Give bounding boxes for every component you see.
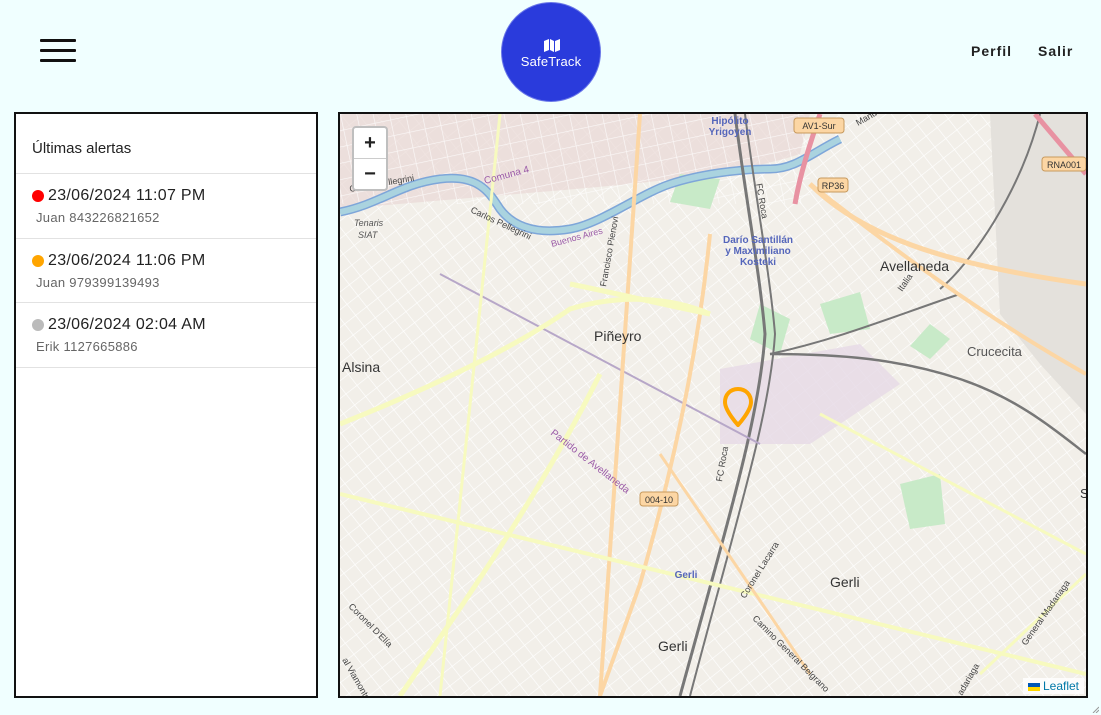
map-label: Piñeyro — [594, 328, 642, 344]
map-label: Yrigoyen — [709, 127, 752, 138]
map-label: Crucecita — [967, 344, 1023, 359]
zoom-in-button[interactable]: + — [354, 128, 386, 159]
map-label: Tenaris — [354, 218, 384, 228]
status-dot — [32, 255, 44, 267]
road-shield-label: 004-10 — [645, 495, 673, 505]
map-label: SIAT — [358, 230, 379, 240]
alert-detail: Juan 979399139493 — [36, 275, 160, 290]
menu-bar — [40, 49, 76, 52]
map-label: Alsina — [342, 359, 380, 375]
alert-detail: Erik 1127665886 — [36, 339, 138, 354]
map-label: y Maximiliano — [725, 246, 791, 257]
nav-profile-link[interactable]: Perfil — [971, 43, 1012, 59]
map-tiles[interactable]: Hipólito Yrigoyen AV1-Sur Manuel RP36 RN… — [340, 114, 1086, 696]
resize-grip-icon[interactable] — [1091, 705, 1099, 713]
map-attribution[interactable]: Leaflet — [1022, 678, 1084, 694]
alert-datetime: 23/06/2024 11:06 PM — [48, 252, 206, 269]
status-dot — [32, 190, 44, 202]
map-label: Gerli — [830, 574, 860, 590]
location-marker-icon[interactable] — [723, 387, 753, 427]
alert-item[interactable]: 23/06/2024 02:04 AM Erik 1127665886 — [16, 303, 316, 368]
road-shield-label: AV1-Sur — [802, 121, 835, 131]
road-shield-label: RP36 — [822, 181, 845, 191]
alert-item[interactable]: 23/06/2024 11:06 PM Juan 979399139493 — [16, 239, 316, 303]
folded-map-icon — [544, 39, 560, 52]
zoom-out-button[interactable]: − — [354, 159, 386, 189]
alert-datetime: 23/06/2024 02:04 AM — [48, 316, 206, 333]
attribution-text: Leaflet — [1042, 679, 1079, 693]
map-label: S — [1080, 486, 1086, 501]
nav-logout-link[interactable]: Salir — [1038, 43, 1073, 59]
status-dot — [32, 319, 44, 331]
menu-bar — [40, 59, 76, 62]
alerts-panel: Últimas alertas 23/06/2024 11:07 PM Juan… — [14, 112, 318, 698]
road-shield-label: RNA001 — [1047, 160, 1081, 170]
menu-bar — [40, 39, 76, 42]
map-label: Darío Santillán — [723, 235, 793, 246]
alerts-panel-title: Últimas alertas — [16, 114, 316, 174]
menu-icon[interactable] — [40, 39, 76, 63]
map-label: Gerli — [658, 638, 688, 654]
map-label: Avellaneda — [880, 258, 949, 274]
alert-item[interactable]: 23/06/2024 11:07 PM Juan 843226821652 — [16, 174, 316, 239]
map-view[interactable]: Hipólito Yrigoyen AV1-Sur Manuel RP36 RN… — [338, 112, 1088, 698]
map-label: Hipólito — [711, 116, 748, 127]
alert-datetime: 23/06/2024 11:07 PM — [48, 187, 206, 204]
map-label: Kosteki — [740, 257, 776, 268]
logo-text: SafeTrack — [520, 54, 582, 69]
ukraine-flag-icon — [1027, 682, 1040, 691]
alert-detail: Juan 843226821652 — [36, 210, 160, 225]
app-logo[interactable]: SafeTrack — [501, 2, 601, 102]
map-label: Gerli — [675, 570, 698, 581]
zoom-control: + − — [352, 126, 388, 191]
